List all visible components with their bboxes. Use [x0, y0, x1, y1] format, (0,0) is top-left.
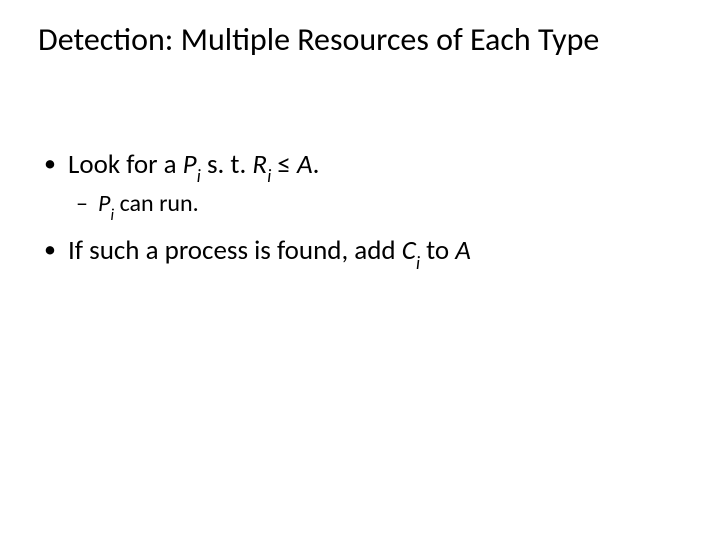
bullet-1-1: Pi can run.	[68, 188, 682, 223]
var-C: C	[402, 234, 416, 267]
sub-i: i	[267, 165, 271, 187]
var-R: R	[252, 148, 267, 181]
var-P: P	[98, 189, 110, 218]
bullet-list: Look for a Pi s. t. Ri ≤ A. Pi can run. …	[38, 147, 682, 272]
sub-list: Pi can run.	[68, 188, 682, 223]
text: to	[420, 234, 455, 267]
slide-body: Look for a Pi s. t. Ri ≤ A. Pi can run. …	[38, 147, 682, 272]
var-P: P	[183, 148, 197, 181]
text: If such a process is found, add	[68, 234, 402, 267]
var-A: A	[455, 234, 471, 267]
slide: Detection: Multiple Resources of Each Ty…	[0, 0, 720, 540]
text: can run.	[114, 189, 199, 218]
sub-i: i	[197, 165, 201, 187]
sub-i: i	[110, 205, 114, 225]
bullet-2: If such a process is found, add Ci to A	[38, 233, 682, 272]
var-A: A	[297, 148, 313, 181]
slide-title: Detection: Multiple Resources of Each Ty…	[38, 22, 682, 57]
text: Look for a	[68, 148, 183, 181]
text: .	[313, 148, 320, 181]
text: s. t.	[201, 148, 253, 181]
sub-i: i	[416, 252, 420, 274]
bullet-1: Look for a Pi s. t. Ri ≤ A. Pi can run.	[38, 147, 682, 223]
text: ≤	[271, 148, 297, 181]
